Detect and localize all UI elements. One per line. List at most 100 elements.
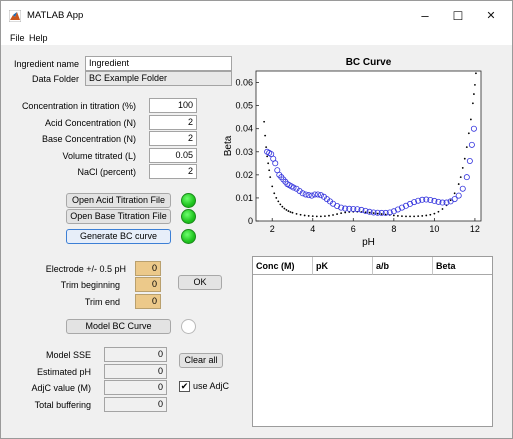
ok-button[interactable]: OK [178, 275, 222, 290]
data-point-dot [459, 176, 462, 179]
clear-all-button[interactable]: Clear all [179, 353, 223, 368]
data-point-dot [319, 215, 322, 218]
data-point-dot [401, 215, 403, 218]
y-axis-label: Beta [223, 135, 234, 156]
ingredient-name-label: Ingredient name [13, 59, 79, 69]
table-header-beta[interactable]: Beta [433, 257, 492, 275]
data-point-dot [368, 211, 371, 214]
data-point-dot [328, 214, 330, 217]
generate-status-lamp [181, 229, 196, 244]
data-point-dot [281, 205, 284, 208]
data-folder-label: Data Folder [31, 74, 79, 84]
data-point-dot [475, 72, 477, 75]
data-point-dot [364, 211, 367, 214]
data-point-dot [392, 214, 395, 217]
data-point-dot [268, 169, 271, 172]
volume-titrated-field[interactable]: 0.05 [149, 148, 197, 163]
open-acid-titration-button[interactable]: Open Acid Titration File [66, 193, 171, 208]
data-point-dot [299, 213, 302, 216]
use-adjc-label: use AdjC [193, 381, 230, 391]
base-concentration-field[interactable]: 2 [149, 131, 197, 146]
close-button[interactable]: ✕ [480, 6, 502, 26]
data-point-dot [277, 200, 280, 203]
minimize-button[interactable]: – [414, 6, 436, 26]
data-point-dot [295, 212, 298, 215]
data-point-dot [433, 212, 436, 215]
open-base-titration-button[interactable]: Open Base Titration File [66, 209, 171, 224]
matlab-logo-icon [8, 9, 22, 23]
maximize-button[interactable]: ☐ [447, 6, 469, 26]
trim-beginning-field[interactable]: 0 [135, 277, 161, 292]
data-point-dot [421, 215, 424, 217]
use-adjc-checkbox[interactable]: ✔ [179, 381, 190, 392]
x-tick-label: 12 [470, 224, 480, 234]
total-buffering-label: Total buffering [34, 400, 91, 410]
data-point-dot [469, 118, 472, 121]
data-point-dot [285, 209, 288, 211]
data-point-dot [463, 157, 466, 160]
x-tick-label: 10 [429, 224, 439, 234]
data-point-dot [279, 203, 282, 206]
data-point-dot [413, 215, 416, 218]
y-tick-label: 0.06 [235, 78, 253, 88]
title-bar: MATLAB App – ☐ ✕ [1, 1, 512, 31]
window-title: MATLAB App [27, 10, 84, 21]
data-point-dot [336, 213, 338, 215]
data-point-dot [265, 146, 268, 149]
data-point-dot [417, 215, 420, 218]
data-point-dot [453, 192, 456, 195]
nacl-label: NaCl (percent) [77, 167, 136, 177]
menu-file[interactable]: File [10, 32, 25, 44]
menu-help[interactable]: Help [29, 32, 48, 44]
data-point-dot [273, 192, 276, 195]
model-status-lamp [181, 319, 196, 334]
volume-titrated-label: Volume titrated (L) [62, 151, 136, 161]
bc-curve-chart: BC Curve 2 4 6 8 10 12 0 0.01 0.02 0.03 0.04 0.05 0.0… [223, 57, 482, 248]
nacl-field[interactable]: 2 [149, 164, 197, 179]
data-point-dot [291, 211, 294, 214]
data-point-dot [372, 212, 375, 215]
data-point-dot [457, 183, 460, 185]
y-tick-label: 0.05 [235, 101, 253, 111]
data-point-dot [287, 210, 290, 212]
trim-end-field[interactable]: 0 [135, 294, 161, 309]
table-header-conc[interactable]: Conc (M) [253, 257, 313, 275]
base-concentration-label: Base Concentration (N) [41, 134, 136, 144]
electrode-field[interactable]: 0 [135, 261, 161, 276]
data-point-dot [267, 162, 270, 165]
data-point-dot [263, 120, 266, 123]
table-header-pk[interactable]: pK [313, 257, 373, 275]
total-buffering-field: 0 [104, 397, 167, 412]
data-point-dot [275, 197, 278, 199]
estimated-ph-label: Estimated pH [36, 367, 91, 377]
data-point-dot [471, 102, 474, 105]
app-window: MATLAB App – ☐ ✕ File Help Ingredient na… [0, 0, 513, 439]
estimated-ph-field: 0 [104, 364, 167, 379]
menu-bar: File Help [1, 31, 512, 45]
trim-beginning-label: Trim beginning [60, 280, 120, 290]
data-point-dot [266, 155, 269, 158]
acid-file-status-lamp [181, 193, 196, 208]
table-header-ab[interactable]: a/b [373, 257, 433, 275]
data-point-dot [315, 215, 318, 218]
acid-concentration-field[interactable]: 2 [149, 115, 197, 130]
generate-bc-curve-button[interactable]: Generate BC curve [66, 229, 171, 244]
ingredient-name-field[interactable]: Ingredient [85, 56, 232, 71]
y-tick-label: 0.04 [235, 124, 253, 134]
adjc-value-field: 0 [104, 380, 167, 395]
data-point-dot [409, 215, 411, 218]
x-tick-label: 6 [351, 224, 356, 234]
data-point-dot [332, 214, 334, 216]
data-point-dot [425, 214, 428, 217]
model-bc-curve-button[interactable]: Model BC Curve [66, 319, 171, 334]
y-tick-label: 0.02 [235, 170, 253, 180]
y-tick-label: 0.01 [235, 193, 253, 203]
concentration-label: Concentration in titration (%) [21, 101, 136, 111]
data-point-dot [340, 212, 343, 215]
concentration-field[interactable]: 100 [149, 98, 197, 113]
data-point-dot [405, 215, 407, 218]
data-point-dot [269, 176, 272, 179]
checkmark-icon: ✔ [180, 381, 189, 391]
data-point-dot [303, 214, 306, 217]
plot-area [255, 70, 482, 222]
